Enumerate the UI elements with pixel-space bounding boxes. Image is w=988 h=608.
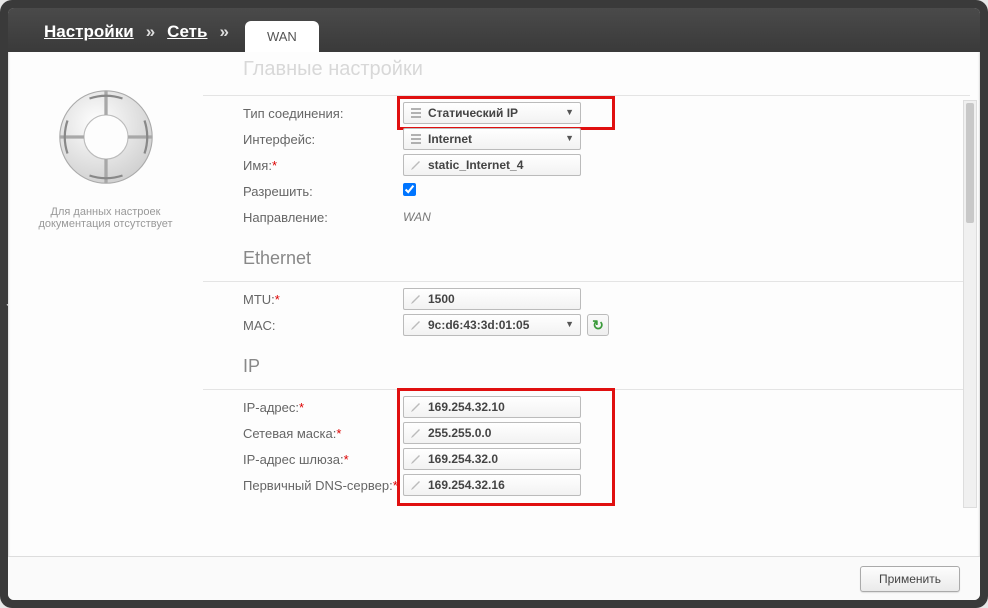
- pencil-icon: [410, 319, 422, 331]
- label-gateway: IP-адрес шлюза:*: [203, 452, 403, 467]
- label-interface: Интерфейс:: [203, 132, 403, 147]
- refresh-icon: ↻: [592, 317, 604, 334]
- select-mac-value: 9c:d6:43:3d:01:05: [428, 318, 529, 332]
- breadcrumb-settings[interactable]: Настройки: [36, 12, 142, 52]
- value-direction: WAN: [403, 210, 431, 224]
- checkbox-allow[interactable]: [403, 183, 416, 196]
- input-mtu-value: 1500: [428, 292, 455, 306]
- input-name[interactable]: static_Internet_4: [403, 154, 581, 176]
- select-mac[interactable]: 9c:d6:43:3d:01:05: [403, 314, 581, 336]
- input-netmask[interactable]: 255.255.0.0: [403, 422, 581, 444]
- label-dns1: Первичный DNS-сервер:*: [203, 478, 403, 493]
- tab-wan[interactable]: WAN: [245, 21, 319, 52]
- select-conn-type-value: Статический IP: [428, 106, 518, 120]
- pencil-icon: [410, 293, 422, 305]
- select-interface-value: Internet: [428, 132, 472, 146]
- input-dns1[interactable]: 169.254.32.16: [403, 474, 581, 496]
- help-sidebar: Для данных настроек документация отсутст…: [8, 52, 203, 556]
- input-mtu[interactable]: 1500: [403, 288, 581, 310]
- label-netmask: Сетевая маска:*: [203, 426, 403, 441]
- pencil-icon: [410, 401, 422, 413]
- pencil-icon: [410, 159, 422, 171]
- select-interface[interactable]: Internet: [403, 128, 581, 150]
- input-name-value: static_Internet_4: [428, 158, 523, 172]
- list-icon: [410, 107, 422, 119]
- help-text: Для данных настроек документация отсутст…: [18, 206, 193, 230]
- input-gateway[interactable]: 169.254.32.0: [403, 448, 581, 470]
- input-ip-addr[interactable]: 169.254.32.10: [403, 396, 581, 418]
- breadcrumb-sep: »: [146, 12, 155, 52]
- breadcrumb-sep: »: [219, 12, 228, 52]
- input-dns1-value: 169.254.32.16: [428, 478, 505, 492]
- section-ethernet-title: Ethernet: [203, 230, 970, 277]
- breadcrumb-bar: Настройки » Сеть » WAN: [8, 8, 980, 52]
- pencil-icon: [410, 427, 422, 439]
- breadcrumb-network[interactable]: Сеть: [159, 12, 215, 52]
- label-mtu: MTU:*: [203, 292, 403, 307]
- label-allow: Разрешить:: [203, 184, 403, 199]
- apply-button[interactable]: Применить: [860, 566, 960, 592]
- list-icon: [410, 133, 422, 145]
- section-main-title: Главные настройки: [203, 52, 970, 91]
- label-conn-type: Тип соединения:: [203, 106, 403, 121]
- footer-bar: Применить: [8, 556, 980, 600]
- lifebuoy-icon: [51, 82, 161, 192]
- input-netmask-value: 255.255.0.0: [428, 426, 491, 440]
- section-ip-title: IP: [203, 338, 970, 385]
- label-direction: Направление:: [203, 210, 403, 225]
- refresh-mac-button[interactable]: ↻: [587, 314, 609, 336]
- pencil-icon: [410, 453, 422, 465]
- scrollbar[interactable]: [963, 100, 977, 508]
- input-ip-addr-value: 169.254.32.10: [428, 400, 505, 414]
- select-conn-type[interactable]: Статический IP: [403, 102, 581, 124]
- label-name: Имя:*: [203, 158, 403, 173]
- pencil-icon: [410, 479, 422, 491]
- label-mac: MAC:: [203, 318, 403, 333]
- input-gateway-value: 169.254.32.0: [428, 452, 498, 466]
- label-ip-addr: IP-адрес:*: [203, 400, 403, 415]
